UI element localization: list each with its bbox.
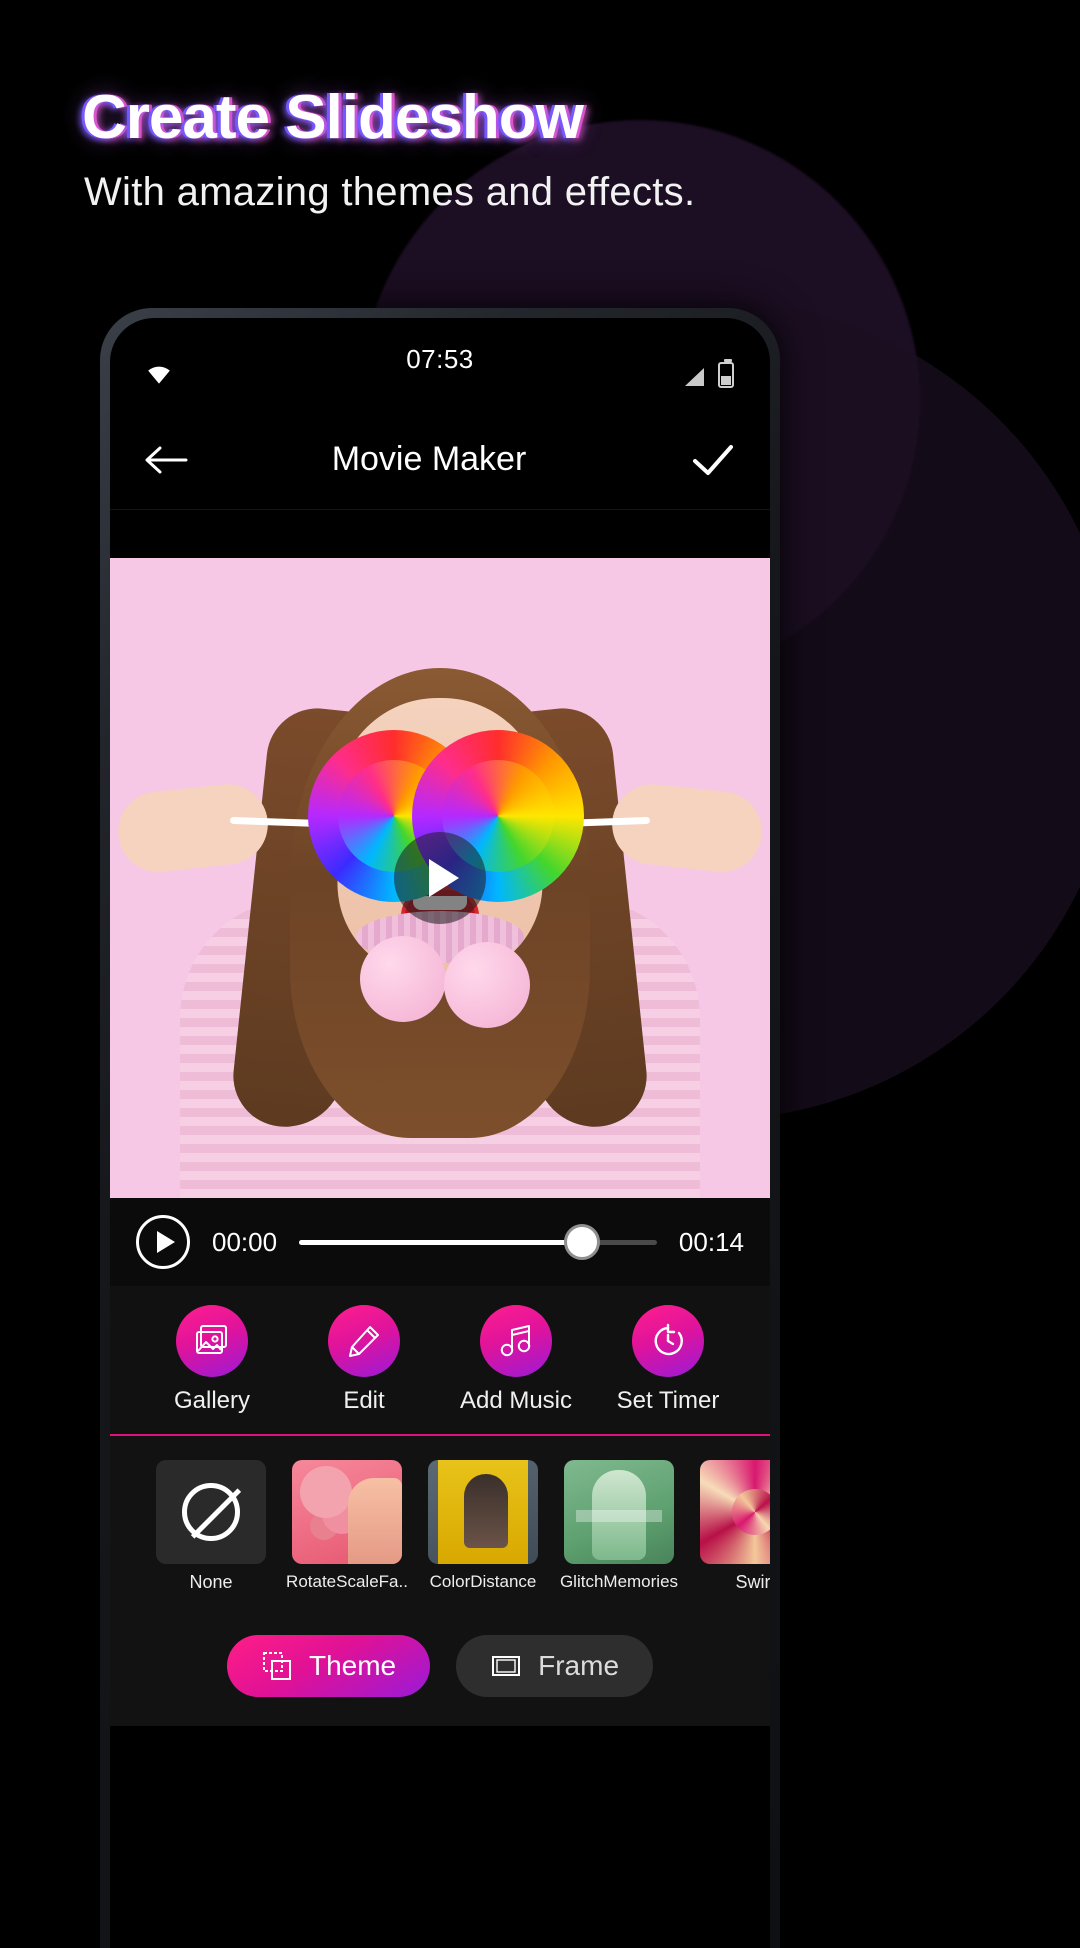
theme-label: None [189, 1571, 233, 1592]
preview-pompom-right [444, 942, 530, 1028]
add-music-button[interactable] [480, 1305, 552, 1377]
action-edit[interactable]: Edit [294, 1305, 434, 1415]
play-circle-icon[interactable] [136, 1215, 190, 1269]
seek-bar[interactable] [299, 1224, 657, 1260]
seek-bar-fill [299, 1239, 582, 1245]
current-time-label: 00:00 [212, 1226, 278, 1257]
gallery-button[interactable] [176, 1305, 248, 1377]
theme-thumb-rotatescale[interactable] [292, 1460, 402, 1564]
theme-thumb-glitchmemories[interactable] [564, 1460, 674, 1564]
layers-icon [262, 1652, 291, 1680]
theme-item-rotatescale[interactable]: RotateScaleFa.. [286, 1460, 408, 1592]
total-time-label: 00:14 [678, 1226, 744, 1257]
frame-icon [492, 1656, 521, 1676]
tab-frame[interactable]: Frame [456, 1635, 654, 1697]
tab-theme-label: Theme [308, 1650, 397, 1681]
app-bar: Movie Maker [110, 410, 770, 510]
tab-frame-label: Frame [538, 1650, 620, 1681]
theme-thumb-colordistance[interactable] [428, 1460, 538, 1564]
page-subtitle: With amazing themes and effects. [84, 170, 696, 214]
theme-strip[interactable]: None RotateScaleFa.. ColorDistance Glitc… [110, 1436, 770, 1606]
theme-item-none[interactable]: None [150, 1459, 272, 1593]
action-set-timer[interactable]: Set Timer [598, 1305, 738, 1415]
music-note-icon [500, 1325, 531, 1357]
status-bar: 07:53 [110, 318, 770, 410]
check-icon[interactable] [690, 441, 736, 479]
theme-label: ColorDistance [429, 1572, 537, 1591]
theme-thumb-swirl[interactable] [700, 1459, 770, 1564]
bottom-tab-bar: Theme Frame [110, 1606, 770, 1726]
seek-bar-thumb[interactable] [563, 1224, 600, 1260]
image-icon [196, 1325, 227, 1354]
preview-spacer [110, 510, 770, 558]
pencil-icon [349, 1326, 379, 1357]
play-triangle-icon [156, 1231, 175, 1253]
theme-label: Swirl [735, 1571, 771, 1592]
action-bar: Gallery Edit Add Music Set Timer [110, 1286, 770, 1436]
phone-mockup: 07:53 Movie Maker 00:00 00:14 Gallery Ed… [100, 308, 780, 1948]
edit-label: Edit [343, 1387, 385, 1414]
phone-screen: 07:53 Movie Maker 00:00 00:14 Gallery Ed… [110, 318, 770, 1948]
set-timer-button[interactable] [632, 1305, 704, 1377]
page-title: Create Slideshow [82, 83, 584, 152]
preview-pompom-left [360, 936, 446, 1022]
video-preview[interactable] [110, 558, 770, 1198]
theme-label: GlitchMemories [559, 1572, 679, 1591]
app-bar-title: Movie Maker [331, 440, 527, 478]
status-bar-clock: 07:53 [406, 344, 474, 374]
action-gallery[interactable]: Gallery [142, 1305, 282, 1415]
timer-icon [654, 1323, 683, 1356]
player-controls: 00:00 00:14 [110, 1198, 770, 1286]
add-music-label: Add Music [459, 1387, 573, 1414]
set-timer-label: Set Timer [616, 1387, 720, 1414]
battery-icon [718, 359, 734, 388]
play-overlay-button[interactable] [394, 832, 486, 924]
theme-item-colordistance[interactable]: ColorDistance [422, 1460, 544, 1592]
theme-label: RotateScaleFa.. [286, 1572, 408, 1591]
edit-button[interactable] [328, 1305, 400, 1377]
play-icon [428, 859, 459, 897]
no-theme-icon [182, 1482, 240, 1541]
action-add-music[interactable]: Add Music [446, 1305, 586, 1415]
tab-theme[interactable]: Theme [226, 1635, 431, 1697]
gallery-label: Gallery [173, 1387, 251, 1414]
theme-item-glitchmemories[interactable]: GlitchMemories [558, 1460, 680, 1592]
theme-thumb-none[interactable] [156, 1459, 266, 1564]
theme-item-swirl[interactable]: Swirl [694, 1459, 771, 1593]
